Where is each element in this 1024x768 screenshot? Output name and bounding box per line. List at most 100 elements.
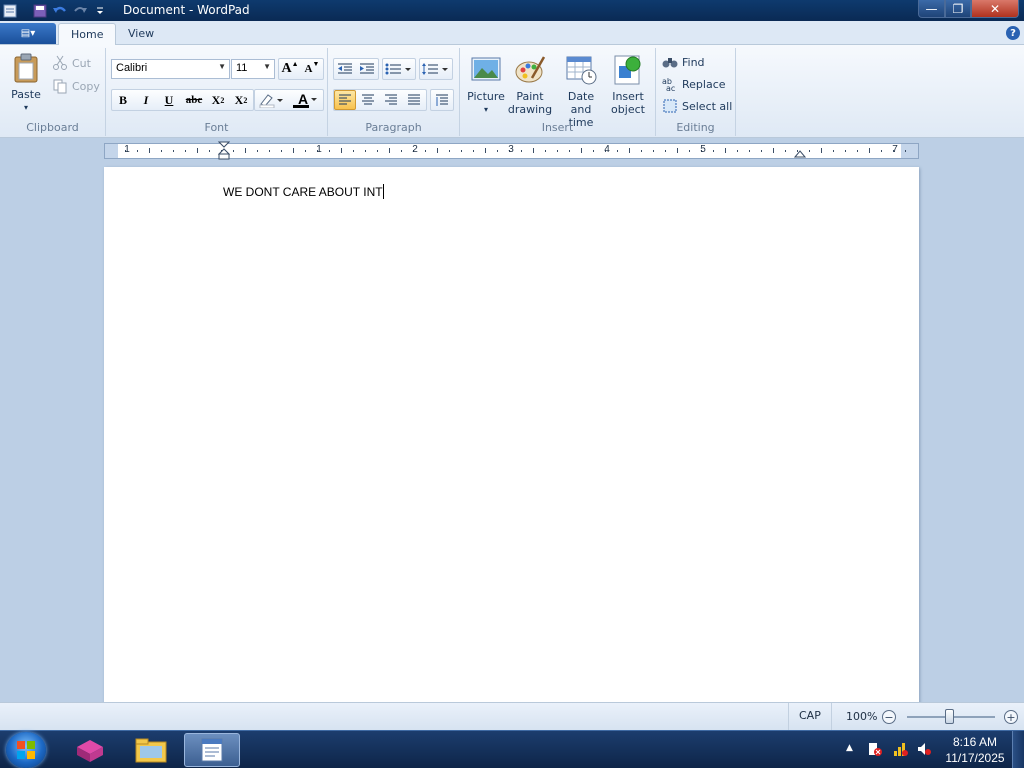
taskbar-app-pinned[interactable] xyxy=(62,733,118,767)
paint-drawing-button[interactable]: Paint drawing xyxy=(508,54,552,116)
help-icon[interactable]: ? xyxy=(1006,26,1020,40)
highlighter-icon xyxy=(259,94,283,108)
text-color-button[interactable]: A xyxy=(290,90,322,110)
tab-home[interactable]: Home xyxy=(58,23,117,46)
paint-drawing-label-1: Paint xyxy=(516,90,544,103)
grow-font-button[interactable]: A ▲ xyxy=(279,59,301,79)
shrink-font-button[interactable]: A ▼ xyxy=(301,59,323,79)
decrease-indent-button[interactable] xyxy=(334,59,356,79)
bold-button[interactable]: B xyxy=(112,90,134,110)
ruler-tick xyxy=(437,148,438,153)
tab-view[interactable]: View xyxy=(116,23,166,46)
ruler-tick xyxy=(461,150,462,152)
ruler-number: 2 xyxy=(412,144,418,155)
align-center-button[interactable] xyxy=(357,90,379,110)
ruler-tick xyxy=(749,150,750,152)
strikethrough-button[interactable]: abc xyxy=(181,90,207,110)
picture-dropdown-icon[interactable]: ▾ xyxy=(484,103,488,116)
action-center-icon[interactable] xyxy=(867,741,883,757)
zoom-in-button[interactable]: + xyxy=(1004,710,1018,724)
insert-object-button[interactable]: Insert object xyxy=(608,54,648,116)
ruler-tick xyxy=(329,150,330,152)
text-color-letter: A xyxy=(298,91,309,107)
ruler-area: 1 1 2 3 4 5 7 xyxy=(0,138,1024,164)
ruler-tick xyxy=(365,150,366,152)
clock[interactable]: 8:16 AM 11/17/2025 xyxy=(940,734,1010,766)
ruler-tick xyxy=(677,148,678,153)
taskbar-explorer[interactable] xyxy=(123,733,179,767)
justify-icon xyxy=(408,94,420,105)
picture-button[interactable]: Picture ▾ xyxy=(466,54,506,116)
subscript-mark: 2 xyxy=(220,95,225,105)
align-right-button[interactable] xyxy=(380,90,402,110)
zoom-out-button[interactable]: − xyxy=(882,710,896,724)
zoom-slider-thumb[interactable] xyxy=(945,709,954,724)
object-icon xyxy=(614,55,641,85)
close-button[interactable]: ✕ xyxy=(971,0,1019,18)
volume-muted-icon[interactable] xyxy=(916,741,932,757)
show-desktop-button[interactable] xyxy=(1012,731,1024,768)
italic-button[interactable]: I xyxy=(135,90,157,110)
font-family-dropdown-icon[interactable]: ▼ xyxy=(218,62,226,71)
font-size-value: 11 xyxy=(236,62,248,74)
align-right-icon xyxy=(385,94,397,105)
right-indent-marker-icon[interactable] xyxy=(794,146,806,158)
cut-button[interactable]: Cut xyxy=(52,55,91,71)
ruler[interactable]: 1 1 2 3 4 5 7 xyxy=(104,141,919,161)
bullet-list-button[interactable] xyxy=(383,59,415,79)
indent-marker-icon[interactable] xyxy=(218,141,230,161)
ruler-tick xyxy=(761,150,762,152)
ruler-tick xyxy=(257,150,258,152)
font-size-combo[interactable]: 11 ▼ xyxy=(231,59,275,79)
application-menu-button[interactable]: ▤▾ xyxy=(0,23,56,44)
line-spacing-button[interactable] xyxy=(420,59,452,79)
ribbon-tab-row: ▤▾ Home View xyxy=(0,21,1024,46)
insert-group-label: Insert xyxy=(541,121,574,134)
replace-button[interactable]: ab ac Replace xyxy=(662,76,726,92)
align-left-button[interactable] xyxy=(334,90,356,110)
network-icon[interactable] xyxy=(892,741,908,757)
date-time-button[interactable]: Date and time xyxy=(556,54,606,129)
ruler-tick xyxy=(581,148,582,153)
status-bar: CAP 100% − + xyxy=(0,702,1024,730)
app-cube-icon xyxy=(77,740,103,762)
show-hidden-icons-button[interactable]: ▲ xyxy=(846,743,853,753)
document-area: WE DONT CARE ABOUT INT xyxy=(0,164,1024,707)
find-button[interactable]: Find xyxy=(662,54,705,70)
document-text-line[interactable]: WE DONT CARE ABOUT INT xyxy=(223,184,384,199)
ruler-tick xyxy=(197,148,198,153)
wordpad-app-icon[interactable] xyxy=(2,3,18,19)
customize-qat-icon[interactable] xyxy=(92,3,108,19)
paste-button[interactable]: Paste ▾ xyxy=(8,52,44,114)
ruler-tick xyxy=(269,150,270,152)
maximize-button[interactable]: ❐ xyxy=(945,0,971,18)
paragraph-group-label: Paragraph xyxy=(365,121,422,134)
select-all-button[interactable]: Select all xyxy=(662,98,732,114)
superscript-mark: 2 xyxy=(243,95,248,105)
superscript-button[interactable]: X2 xyxy=(230,90,252,110)
document-page[interactable]: WE DONT CARE ABOUT INT xyxy=(104,167,919,707)
increase-indent-button[interactable] xyxy=(356,59,378,79)
underline-button[interactable]: U xyxy=(158,90,180,110)
save-icon[interactable] xyxy=(32,3,48,19)
font-group-label: Font xyxy=(204,121,229,134)
redo-icon[interactable] xyxy=(72,3,88,19)
paste-dropdown-icon[interactable]: ▾ xyxy=(24,101,28,114)
highlight-button[interactable] xyxy=(256,90,286,110)
ruler-tick xyxy=(245,148,246,153)
start-button[interactable] xyxy=(6,732,46,768)
subscript-button[interactable]: X2 xyxy=(207,90,229,110)
ruler-tick xyxy=(809,150,810,152)
paragraph-dialog-button[interactable] xyxy=(431,90,453,110)
align-center-icon xyxy=(362,94,374,105)
ruler-number: 1 xyxy=(316,144,322,155)
taskbar-wordpad[interactable] xyxy=(184,733,240,767)
minimize-button[interactable]: — xyxy=(918,0,945,18)
font-family-combo[interactable]: Calibri ▼ xyxy=(111,59,230,79)
justify-button[interactable] xyxy=(403,90,425,110)
undo-icon[interactable] xyxy=(52,3,68,19)
ruler-tick xyxy=(641,150,642,152)
ruler-tick xyxy=(389,148,390,153)
font-size-dropdown-icon[interactable]: ▼ xyxy=(263,62,271,71)
copy-button[interactable]: Copy xyxy=(52,78,100,94)
